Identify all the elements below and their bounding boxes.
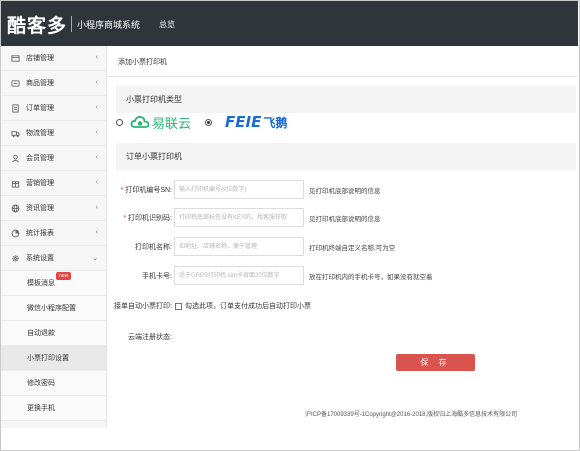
sim-card-input[interactable] [174, 266, 304, 285]
sidebar-subitem-auto-refund[interactable]: 自动退款 [1, 321, 106, 346]
pie-chart-icon [10, 228, 20, 238]
required-mark: * [123, 215, 127, 222]
auto-print-text: 勾选此项，订单支付成功后自动打印小票 [184, 303, 311, 310]
field-label: 手机卡号: [142, 273, 172, 280]
save-button[interactable]: 保 存 [396, 354, 475, 371]
sidebar-item-logistics[interactable]: 物流管理 ‹ [1, 121, 106, 146]
breadcrumb: 添加小票打印机 [118, 59, 167, 66]
sidebar-item-label: 商品管理 [26, 80, 54, 87]
chevron-left-icon: ‹ [95, 129, 98, 136]
field-label-text: 打印机识别码: [128, 215, 172, 222]
user-icon [10, 153, 20, 163]
radio-feie[interactable] [205, 118, 213, 126]
radio-yilianyun[interactable] [116, 118, 123, 126]
sidebar-item-label: 统计报表 [26, 230, 54, 237]
logo-divider [71, 16, 73, 32]
gear-icon [10, 253, 20, 263]
sidebar-item-label: 会员管理 [26, 155, 54, 162]
chevron-left-icon: ‹ [95, 104, 98, 111]
sidebar-item-news[interactable]: 资讯管理 ‹ [1, 196, 106, 221]
field-help: 放在打印机内的手机卡号，如果没有就空着 [309, 274, 433, 281]
chevron-left-icon: ‹ [95, 154, 98, 161]
sidebar-item-members[interactable]: 会员管理 ‹ [1, 146, 106, 171]
sidebar-item-label: 店铺管理 [26, 55, 54, 62]
chevron-left-icon: ‹ [95, 79, 98, 86]
cloud-icon [130, 116, 150, 128]
sidebar-subitem-receipt-printer[interactable]: 小票打印设置 [1, 346, 106, 371]
field-label: * 打印机识别码: [123, 213, 172, 223]
sidebar-subitem-change-password[interactable]: 修改密码 [1, 371, 106, 396]
logo-text: 酷客多 [7, 14, 68, 37]
truck-icon [10, 128, 20, 138]
sidebar-subitem-template-message[interactable]: 模板消息 new [1, 271, 106, 296]
sidebar-item-products[interactable]: 商品管理 ‹ [1, 71, 106, 96]
logo-subtitle: 小程序商城系统 [77, 19, 141, 30]
breadcrumb-divider [108, 76, 577, 77]
field-label-text: 打印机编号SN: [125, 187, 172, 194]
sidebar-subitem-label: 小票打印设置 [27, 355, 69, 362]
feie-logo: FEIE 飞鹅 [225, 113, 287, 131]
sidebar-subitem-change-phone[interactable]: 更换手机 [1, 396, 106, 421]
sidebar-item-label: 物流管理 [26, 130, 54, 137]
sidebar-subitem-wechat-config[interactable]: 微信小程序配置 [1, 296, 106, 321]
sidebar-item-label: 营销管理 [26, 180, 54, 187]
feie-name-chinese: 飞鹅 [263, 116, 288, 130]
field-help: 见打印机底部说明的信息 [309, 216, 381, 223]
yilianyun-logo: 易联云 [130, 113, 191, 132]
product-icon [10, 78, 20, 88]
order-icon [10, 103, 20, 113]
printer-key-input[interactable] [174, 208, 304, 227]
form-row-sn: *打印机编号SN: 见打印机底部说明的信息 [108, 180, 577, 199]
footer-copyright: 沪ICP备17009339号-1Copyright@2016-2018,版权归上… [305, 412, 518, 418]
yilianyun-name: 易联云 [152, 116, 192, 132]
sidebar-subitem-label: 修改密码 [27, 380, 55, 387]
chevron-down-icon: ⌄ [92, 255, 98, 262]
required-mark: * [120, 187, 124, 194]
chevron-left-icon: ‹ [95, 229, 98, 236]
feie-name-latin: FEIE [225, 113, 262, 131]
section-title: 订单小票打印机 [126, 152, 182, 161]
top-header: 酷客多 小程序商城系统 总览 [1, 1, 578, 46]
app-logo[interactable]: 酷客多 小程序商城系统 [7, 9, 140, 39]
printer-sn-input[interactable] [174, 180, 304, 199]
nav-overview-link[interactable]: 总览 [159, 19, 175, 30]
chevron-left-icon: ‹ [95, 54, 98, 61]
marketing-icon [10, 178, 20, 188]
chevron-left-icon: ‹ [95, 179, 98, 186]
printer-option-yilianyun[interactable]: 易联云 FEIE 飞鹅 [116, 109, 287, 135]
auto-print-label: 接单自动小票打印: [114, 303, 172, 310]
order-printer-section: 订单小票打印机 [116, 143, 576, 170]
sidebar-item-label: 资讯管理 [26, 205, 54, 212]
form-row-card: 手机卡号: 放在打印机内的手机卡号，如果没有就空着 [108, 266, 577, 285]
sidebar-subitem-label: 更换手机 [27, 405, 55, 412]
chevron-left-icon: ‹ [95, 204, 98, 211]
sidebar-item-label: 订单管理 [26, 105, 54, 112]
form-row-key: *打印机识别码: 见打印机底部说明的信息 [108, 208, 577, 227]
sidebar-item-store[interactable]: 店铺管理 ‹ [1, 46, 106, 71]
section-title: 小票打印机类型 [126, 95, 182, 104]
sidebar-item-orders[interactable]: 订单管理 ‹ [1, 96, 106, 121]
form-row-name: 打印机名称: 打印机终端自定义名称,可为空 [108, 237, 577, 256]
auto-print-row: 接单自动小票打印: 勾选此项，订单支付成功后自动打印小票 [114, 301, 311, 311]
sidebar-item-marketing[interactable]: 营销管理 ‹ [1, 171, 106, 196]
field-label: 打印机名称: [135, 244, 172, 251]
sidebar-item-system-settings[interactable]: 系统设置 ⌄ [1, 246, 106, 271]
sidebar-subitem-label: 自动退款 [27, 330, 55, 337]
sidebar-subitem-label: 微信小程序配置 [27, 305, 76, 312]
main-content: 添加小票打印机 小票打印机类型 易联云 FEIE 飞鹅 订单小票打印机 * 打印机… [108, 46, 577, 428]
sidebar-item-label: 系统设置 [26, 255, 54, 262]
printer-name-input[interactable] [174, 237, 304, 256]
auto-print-checkbox[interactable] [174, 302, 182, 310]
register-status: 云端注册状态: [128, 334, 172, 341]
sidebar-subitem-label: 模板消息 [27, 280, 55, 287]
sidebar-item-reports[interactable]: 统计报表 ‹ [1, 221, 106, 246]
field-help: 见打印机底部说明的信息 [309, 188, 381, 195]
store-icon [10, 53, 20, 63]
globe-icon [10, 203, 20, 213]
field-label: * 打印机编号SN: [121, 185, 172, 195]
sidebar: 店铺管理 ‹ 商品管理 ‹ 订单管理 ‹ 物流管理 ‹ 会员管理 ‹ 营销管理 … [1, 46, 107, 428]
new-badge: new [56, 272, 72, 280]
field-help: 打印机终端自定义名称,可为空 [309, 245, 396, 252]
